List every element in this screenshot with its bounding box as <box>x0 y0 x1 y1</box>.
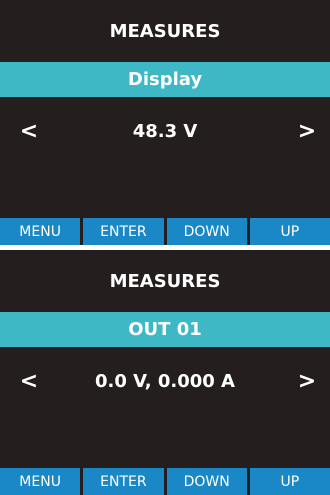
menu-button[interactable]: MENU <box>0 468 81 495</box>
menu-button[interactable]: MENU <box>0 218 81 245</box>
screen-subtitle: Display <box>0 62 330 97</box>
next-arrow-icon[interactable]: > <box>292 347 322 415</box>
up-button[interactable]: UP <box>249 218 330 245</box>
measurement-value: 48.3 V <box>132 120 198 142</box>
measures-screen-out01: MEASURES OUT 01 < 0.0 V, 0.000 A > MENU … <box>0 250 330 495</box>
measurement-value: 0.0 V, 0.000 A <box>94 370 235 392</box>
softkey-bar: MENU ENTER DOWN UP <box>0 468 330 495</box>
enter-button[interactable]: ENTER <box>83 218 164 245</box>
next-arrow-icon[interactable]: > <box>292 97 322 165</box>
enter-button[interactable]: ENTER <box>83 468 164 495</box>
up-button[interactable]: UP <box>249 468 330 495</box>
screen-subtitle: OUT 01 <box>0 312 330 347</box>
down-button[interactable]: DOWN <box>166 218 247 245</box>
screen-title: MEASURES <box>109 270 221 292</box>
measures-screen-display: MEASURES Display < 48.3 V > MENU ENTER D… <box>0 0 330 245</box>
softkey-bar: MENU ENTER DOWN UP <box>0 218 330 245</box>
down-button[interactable]: DOWN <box>166 468 247 495</box>
screen-title: MEASURES <box>109 20 221 42</box>
